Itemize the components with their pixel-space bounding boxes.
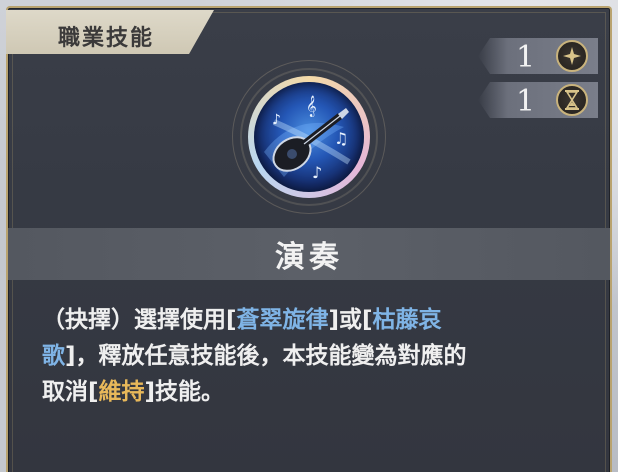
desc-text: ]或[ xyxy=(328,307,373,333)
skill-description: （抉擇）選擇使用[蒼翠旋律]或[枯藤哀 歌]，釋放任意技能後，本技能變為對應的 取消… xyxy=(42,302,582,410)
skill-tooltip-screen: 職業技能 1 1 𝄞 ♫ ♪ ♪ 演奏 （抉擇）選擇使用[蒼翠旋律]或[枯藤哀 … xyxy=(0,0,618,472)
skill-link-verdant-melody[interactable]: 蒼翠旋律 xyxy=(237,307,329,333)
skill-name: 演奏 xyxy=(275,240,343,275)
hourglass-icon xyxy=(556,84,588,116)
desc-text: 取消[ xyxy=(42,379,99,405)
title-tab-label: 職業技能 xyxy=(58,26,155,51)
svg-text:♪: ♪ xyxy=(272,112,281,128)
desc-text: ]，釋放任意技能後，本技能變為對應的 xyxy=(65,343,467,369)
title-tab: 職業技能 xyxy=(6,10,214,54)
desc-text: （抉擇）選擇使用[ xyxy=(42,307,237,333)
star-sparkle-icon xyxy=(556,40,588,72)
svg-text:♪: ♪ xyxy=(312,163,322,182)
cooldown-counter: 1 xyxy=(478,82,598,118)
desc-text: ]技能。 xyxy=(144,379,225,405)
cost-counter-star: 1 xyxy=(478,38,598,74)
skill-name-bar: 演奏 xyxy=(8,228,610,280)
skill-emblem: 𝄞 ♫ ♪ ♪ xyxy=(210,60,408,220)
svg-text:♫: ♫ xyxy=(334,129,348,148)
cost-counter-value: 1 xyxy=(516,40,536,75)
emblem-frame: 𝄞 ♫ ♪ ♪ xyxy=(248,76,370,198)
lute-music-icon: 𝄞 ♫ ♪ ♪ xyxy=(254,82,364,192)
svg-text:𝄞: 𝄞 xyxy=(306,96,317,117)
cooldown-counter-value: 1 xyxy=(516,84,536,119)
keyword-sustain[interactable]: 維持 xyxy=(99,379,145,405)
